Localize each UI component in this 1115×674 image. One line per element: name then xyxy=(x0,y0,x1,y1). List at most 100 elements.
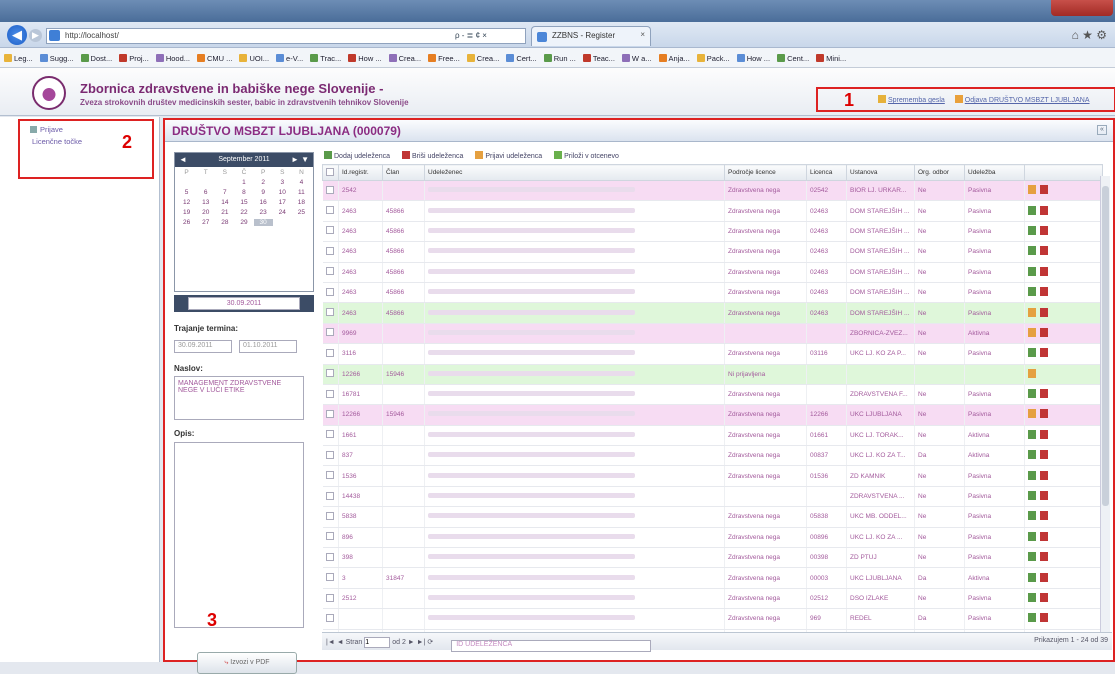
calendar-day[interactable]: 30 xyxy=(253,219,273,226)
delete-user-icon[interactable] xyxy=(1040,307,1048,317)
back-arrow-icon[interactable]: ◀ xyxy=(7,25,27,45)
browser-tools-icons[interactable]: ⌂ ★ ⚙ xyxy=(1072,28,1107,42)
delete-user-icon[interactable] xyxy=(1040,225,1048,235)
sidebar-item-prijave[interactable]: Prijave xyxy=(30,124,152,136)
row-checkbox[interactable] xyxy=(322,486,339,508)
logout-link[interactable]: Odjava DRUŠTVO MSBZT LJUBLJANA xyxy=(954,95,1090,104)
delete-user-icon[interactable] xyxy=(1040,409,1048,419)
calendar-day[interactable]: 2 xyxy=(254,179,273,186)
calendar-day[interactable]: 20 xyxy=(196,209,215,216)
address-controls[interactable]: ρ - ≣ ¢ × xyxy=(455,31,487,40)
table-row[interactable]: 3116 Zdravstvena nega 03116 UKC LJ. KO ZA P… xyxy=(322,343,1103,365)
selected-date-input[interactable] xyxy=(188,297,300,310)
register-participant-button[interactable]: Prijavi udeleženca xyxy=(475,151,542,160)
calendar-day[interactable]: 11 xyxy=(292,189,311,196)
table-row[interactable]: 12266 15946 Ni prijavljena xyxy=(322,364,1103,385)
calendar-day[interactable]: 1 xyxy=(234,179,253,186)
delete-user-icon[interactable] xyxy=(1040,429,1048,439)
table-row[interactable]: 2463 45866 Zdravstvena nega 02463 DOM STAREJ… xyxy=(322,302,1103,324)
header-udelezba[interactable]: Udeležba xyxy=(964,164,1025,181)
favorite-item[interactable]: How ... xyxy=(736,54,770,63)
header-id[interactable]: Id.registr. xyxy=(338,164,383,181)
pager-nav-next[interactable]: ► ►| ⟳ xyxy=(408,639,433,646)
table-row[interactable]: 896 Zdravstvena nega 00896 UKC LJ. KO ZA ..… xyxy=(322,527,1103,549)
calendar-day[interactable]: 25 xyxy=(292,209,311,216)
calendar-day[interactable]: 21 xyxy=(215,209,234,216)
calendar-day[interactable]: 14 xyxy=(215,199,234,206)
row-checkbox[interactable] xyxy=(322,465,339,487)
calendar-day[interactable]: 5 xyxy=(177,189,196,196)
register-icon[interactable] xyxy=(1028,327,1036,337)
row-checkbox[interactable] xyxy=(322,302,339,324)
favorite-item[interactable]: Anja... xyxy=(658,54,690,63)
date-to-input[interactable]: 01.10.2011 xyxy=(239,340,297,353)
calendar-day[interactable]: 28 xyxy=(215,219,234,226)
edit-user-icon[interactable] xyxy=(1028,287,1036,297)
favorite-item[interactable]: Run ... xyxy=(543,54,576,63)
calendar-day[interactable]: 29 xyxy=(234,219,253,226)
edit-user-icon[interactable] xyxy=(1028,246,1036,256)
table-row[interactable]: 2542 Zdravstvena nega 02542 BIOR LJ. URKAR.… xyxy=(322,180,1103,202)
favorite-item[interactable]: Crea... xyxy=(466,54,499,63)
row-checkbox[interactable] xyxy=(322,221,339,243)
delete-user-icon[interactable] xyxy=(1040,552,1048,562)
edit-user-icon[interactable] xyxy=(1028,450,1036,460)
add-participant-button[interactable]: Dodaj udeleženca xyxy=(324,151,390,160)
delete-user-icon[interactable] xyxy=(1040,389,1048,399)
participant-id-search[interactable]: ID UDELEŽENCA xyxy=(451,640,652,652)
delete-user-icon[interactable] xyxy=(1040,593,1048,602)
row-checkbox[interactable] xyxy=(322,608,339,630)
header-licenca[interactable]: Licenca xyxy=(806,164,847,181)
calendar-day[interactable]: 8 xyxy=(234,189,253,196)
delete-user-icon[interactable] xyxy=(1040,470,1048,480)
delete-user-icon[interactable] xyxy=(1040,511,1048,521)
calendar-day[interactable]: 19 xyxy=(177,209,196,216)
table-row[interactable]: 14438 ZDRAVSTVENA ... Ne Pasivna xyxy=(322,486,1103,508)
favorite-item[interactable]: e-V... xyxy=(276,54,303,63)
calendar-day[interactable]: 17 xyxy=(273,199,292,206)
calendar-day[interactable]: 27 xyxy=(196,219,215,226)
table-row[interactable]: 1661 Zdravstvena nega 01661 UKC LJ. TORAK..… xyxy=(322,425,1103,447)
favorite-item[interactable]: Teac... xyxy=(582,54,615,63)
row-checkbox[interactable] xyxy=(322,588,339,610)
row-checkbox[interactable] xyxy=(322,343,339,365)
register-icon[interactable] xyxy=(1028,368,1036,378)
edit-user-icon[interactable] xyxy=(1028,266,1036,276)
row-checkbox[interactable] xyxy=(322,282,339,304)
header-udelezenec[interactable]: Udeleženec xyxy=(424,164,725,181)
table-row[interactable]: 12266 15946 Zdravstvena nega 12266 UKC LJUBL… xyxy=(322,404,1103,426)
favorite-item[interactable]: Proj... xyxy=(119,54,149,63)
edit-user-icon[interactable] xyxy=(1028,531,1036,541)
header-ustanova[interactable]: Ustanova xyxy=(846,164,915,181)
calendar-day[interactable]: 24 xyxy=(273,209,292,216)
table-row[interactable]: Zdravstvena nega 969 REDEL Da Pasivna xyxy=(322,608,1103,630)
edit-user-icon[interactable] xyxy=(1028,511,1036,521)
favorite-item[interactable]: CMU ... xyxy=(197,54,232,63)
calendar-day[interactable]: 3 xyxy=(273,179,292,186)
register-icon[interactable] xyxy=(1028,307,1036,317)
calendar-month[interactable]: September 2011 xyxy=(218,156,269,163)
calendar-next-icon[interactable]: ► ▼ xyxy=(291,153,309,167)
row-checkbox[interactable] xyxy=(322,547,339,569)
favorite-item[interactable]: Hood... xyxy=(155,54,190,63)
export-pdf-button[interactable]: ⤷ Izvozi v PDF xyxy=(197,652,297,674)
edit-user-icon[interactable] xyxy=(1028,613,1036,623)
calendar-day[interactable]: 15 xyxy=(234,199,253,206)
delete-user-icon[interactable] xyxy=(1040,572,1048,582)
calendar-prev-icon[interactable]: ◄ xyxy=(179,153,187,167)
favorite-item[interactable]: UOI... xyxy=(239,54,269,63)
edit-user-icon[interactable] xyxy=(1028,552,1036,562)
row-checkbox[interactable] xyxy=(322,364,339,385)
calendar-day[interactable]: 12 xyxy=(177,199,196,206)
register-icon[interactable] xyxy=(1028,185,1036,195)
delete-user-icon[interactable] xyxy=(1040,246,1048,256)
header-org-odbor[interactable]: Org. odbor xyxy=(914,164,965,181)
url-input[interactable]: http://localhost/ xyxy=(46,28,526,44)
scrollbar-thumb[interactable] xyxy=(1102,186,1109,506)
favorite-item[interactable]: Trac... xyxy=(310,54,341,63)
pager-nav-first[interactable]: |◄ ◄ xyxy=(326,639,346,646)
row-checkbox[interactable] xyxy=(322,567,339,589)
header-checkbox[interactable] xyxy=(322,164,339,181)
edit-user-icon[interactable] xyxy=(1028,348,1036,358)
edit-user-icon[interactable] xyxy=(1028,225,1036,235)
